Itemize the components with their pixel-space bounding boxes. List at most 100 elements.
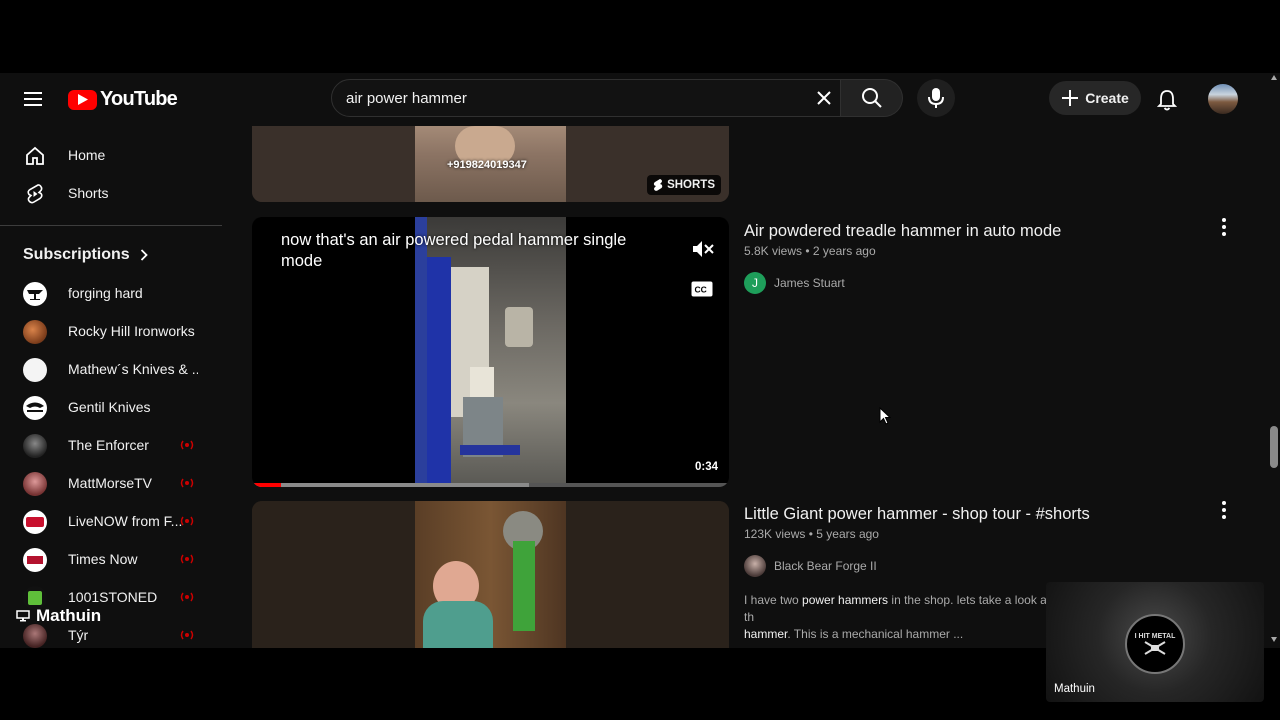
- live-icon: [180, 516, 194, 526]
- sidebar-subscription[interactable]: Gentil Knives: [0, 388, 222, 426]
- mouse-cursor-icon: [879, 407, 891, 425]
- live-icon: [180, 630, 194, 640]
- search-box[interactable]: air power hammer: [331, 79, 841, 117]
- cc-icon: CC: [691, 281, 713, 297]
- sidebar-subscription[interactable]: LiveNOW from F...: [0, 502, 222, 540]
- channel-avatar: [23, 282, 47, 306]
- channel-name: Black Bear Forge II: [774, 559, 877, 573]
- account-avatar[interactable]: [1208, 84, 1238, 114]
- live-icon: [180, 478, 194, 488]
- more-actions-button[interactable]: [1220, 217, 1228, 237]
- sidebar-item-label: Home: [68, 147, 106, 163]
- monitor-icon: [16, 610, 30, 622]
- phone-overlay-text: +919824019347: [447, 159, 527, 171]
- preview-progress-bar[interactable]: [252, 483, 729, 487]
- thumbnail-side-right: [566, 501, 729, 648]
- plus-icon: [1062, 90, 1079, 106]
- search-input[interactable]: air power hammer: [346, 90, 467, 107]
- channel-avatar: [23, 396, 47, 420]
- shorts-badge: SHORTS: [647, 175, 721, 195]
- preview-played: [252, 483, 281, 487]
- channel-avatar: [23, 624, 47, 648]
- channel-name: James Stuart: [774, 276, 845, 290]
- view-count: 5.8K views: [744, 244, 803, 258]
- video-caption-overlay: now that's an air powered pedal hammer s…: [281, 231, 627, 270]
- video-meta: 5.8K views • 2 years ago: [744, 244, 876, 258]
- more-actions-button[interactable]: [1220, 500, 1228, 520]
- channel-avatar: [23, 472, 47, 496]
- webcam-name: Mathuin: [1054, 683, 1095, 695]
- video-thumbnail[interactable]: [252, 501, 729, 648]
- webcam-overlay: I HIT METAL Mathuin: [1046, 582, 1264, 702]
- bell-icon: [1157, 90, 1177, 111]
- home-icon: [26, 146, 44, 165]
- speaker-muted-icon: [693, 241, 714, 257]
- menu-button[interactable]: [22, 87, 46, 111]
- clear-search-button[interactable]: [814, 88, 834, 108]
- sidebar-item-home[interactable]: Home: [0, 136, 222, 174]
- live-icon: [180, 554, 194, 564]
- upload-age: 2 years ago: [812, 244, 876, 258]
- view-count: 123K views: [744, 527, 806, 541]
- sidebar-item-label: Shorts: [68, 185, 109, 201]
- microphone-icon: [928, 88, 944, 108]
- sidebar-divider: [0, 225, 222, 226]
- live-icon: [180, 440, 194, 450]
- description-text: . This is a mechanical hammer ...: [787, 627, 964, 641]
- stream-overlay-name: Mathuin: [16, 606, 101, 626]
- subscription-name: Mathew´s Knives & ...: [68, 361, 198, 377]
- shorts-icon: [653, 179, 663, 191]
- scrollbar-thumb[interactable]: [1270, 426, 1278, 468]
- channel-link[interactable]: Black Bear Forge II: [744, 555, 877, 577]
- sidebar-subscription[interactable]: Rocky Hill Ironworks: [0, 312, 222, 350]
- subscription-name: forging hard: [68, 285, 143, 301]
- search-icon: [861, 88, 882, 108]
- create-label: Create: [1085, 90, 1129, 106]
- youtube-logo[interactable]: YouTube: [68, 88, 178, 111]
- video-duration: 0:34: [694, 461, 718, 473]
- upload-age: 5 years ago: [816, 527, 879, 541]
- subscription-name: Gentil Knives: [68, 399, 151, 415]
- top-bar: YouTube air power hammer Create: [0, 73, 1268, 126]
- channel-logo: I HIT METAL: [1125, 614, 1185, 674]
- video-meta: 123K views • 5 years ago: [744, 527, 879, 541]
- notifications-button[interactable]: [1150, 83, 1184, 117]
- subscriptions-title: Subscriptions: [23, 246, 130, 263]
- channel-avatar: [23, 548, 47, 572]
- scroll-up-arrow-icon: [1271, 75, 1277, 80]
- meta-separator: •: [805, 244, 813, 258]
- video-title[interactable]: Little Giant power hammer - shop tour - …: [744, 505, 1090, 524]
- video-title[interactable]: Air powdered treadle hammer in auto mode: [744, 222, 1061, 241]
- scroll-down-arrow-icon: [1271, 637, 1277, 642]
- chevron-right-icon: [140, 249, 148, 261]
- search-button[interactable]: [841, 79, 903, 117]
- create-button[interactable]: Create: [1049, 81, 1141, 115]
- video-description: I have two power hammers in the shop. le…: [744, 592, 1054, 643]
- description-highlight: hammer: [744, 627, 788, 641]
- captions-button[interactable]: CC: [690, 279, 714, 299]
- page-scrollbar[interactable]: [1268, 73, 1280, 648]
- svg-text:CC: CC: [695, 285, 707, 295]
- search-results: +919824019347 SHORTS now that's an air p…: [252, 106, 1252, 648]
- shorts-badge-label: SHORTS: [667, 179, 715, 191]
- more-vert-icon: [1222, 501, 1226, 519]
- sidebar-subscription[interactable]: MattMorseTV: [0, 464, 222, 502]
- voice-search-button[interactable]: [917, 79, 955, 117]
- channel-link[interactable]: J James Stuart: [744, 272, 845, 294]
- sidebar-subscription[interactable]: forging hard: [0, 274, 222, 312]
- streamer-name: Mathuin: [36, 606, 102, 625]
- sidebar-item-shorts[interactable]: Shorts: [0, 174, 222, 212]
- thumbnail-side-left: [252, 501, 415, 648]
- mute-button[interactable]: [688, 234, 718, 264]
- sidebar-subscription[interactable]: Times Now: [0, 540, 222, 578]
- youtube-play-icon: [68, 89, 97, 110]
- channel-avatar: J: [744, 272, 766, 294]
- close-icon: [817, 91, 831, 105]
- sidebar-subscription[interactable]: The Enforcer: [0, 426, 222, 464]
- channel-avatar: [23, 320, 47, 344]
- subscriptions-header[interactable]: Subscriptions: [23, 246, 148, 264]
- channel-avatar: [23, 358, 47, 382]
- video-preview-player[interactable]: now that's an air powered pedal hammer s…: [252, 217, 729, 487]
- sidebar-subscription[interactable]: Mathew´s Knives & ...: [0, 350, 222, 388]
- subscription-name: Rocky Hill Ironworks: [68, 323, 195, 339]
